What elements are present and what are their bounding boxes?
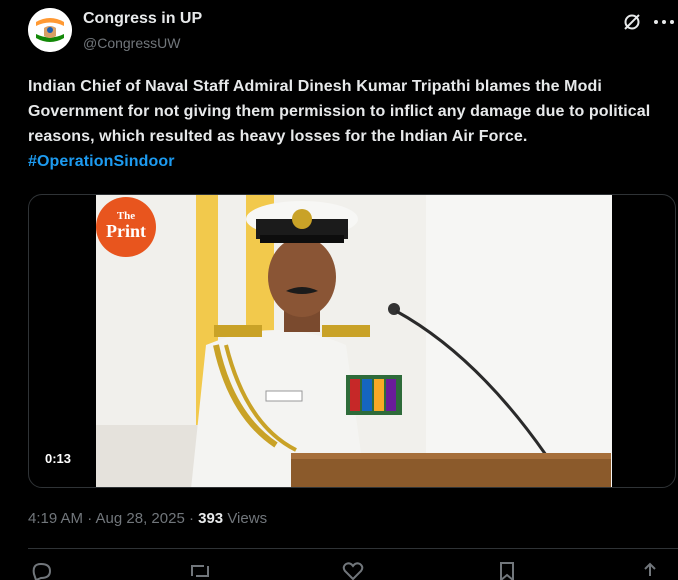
video-frame: The Print xyxy=(96,195,612,487)
share-icon xyxy=(644,562,656,576)
grok-icon[interactable] xyxy=(622,12,642,32)
video-thumbnail: The Print xyxy=(96,195,612,487)
bookmark-icon xyxy=(500,562,514,580)
reply-icon xyxy=(32,562,52,580)
display-name[interactable]: Congress in UP xyxy=(83,10,202,28)
bookmark-button[interactable] xyxy=(498,562,516,580)
repost-icon xyxy=(191,565,209,577)
post: Congress in UP @CongressUW Indian Chief … xyxy=(0,0,678,580)
post-body: Indian Chief of Naval Staff Admiral Dine… xyxy=(28,78,651,145)
handle[interactable]: @CongressUW xyxy=(83,35,180,51)
repost-button[interactable] xyxy=(188,562,212,580)
divider xyxy=(28,548,678,549)
views-label: Views xyxy=(223,510,268,527)
congress-logo-icon xyxy=(28,8,72,52)
like-icon xyxy=(342,562,364,580)
timestamp[interactable]: 4:19 AM · Aug 28, 2025 · xyxy=(28,510,198,527)
watermark-print: Print xyxy=(106,221,146,241)
like-button[interactable] xyxy=(342,562,364,580)
video-player[interactable]: The Print 0:13 xyxy=(28,194,676,488)
hashtag-link[interactable]: #OperationSindoor xyxy=(28,153,175,170)
avatar[interactable] xyxy=(28,8,72,52)
post-meta: 4:19 AM · Aug 28, 2025 · 393 Views xyxy=(28,510,267,527)
share-button[interactable] xyxy=(640,562,660,580)
views-count: 393 xyxy=(198,510,224,527)
reply-button[interactable] xyxy=(30,562,52,580)
video-duration: 0:13 xyxy=(45,451,72,466)
more-icon[interactable] xyxy=(650,12,678,32)
post-text: Indian Chief of Naval Staff Admiral Dine… xyxy=(28,74,676,174)
